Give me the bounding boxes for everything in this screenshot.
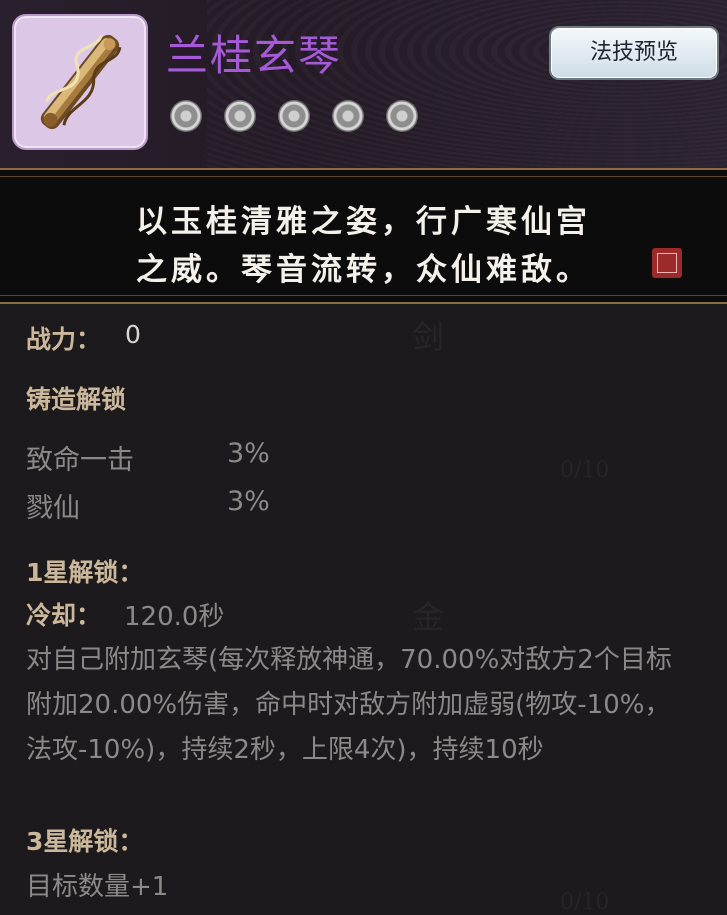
star3-unlock-title: 3星解锁： [26, 827, 144, 856]
poem-line-1: 以玉桂清雅之姿，行广寒仙宫 [136, 204, 591, 240]
star-icon [332, 100, 364, 132]
stat-name: 戮仙 [26, 493, 80, 524]
cooldown-value: 120.0秒 [124, 602, 225, 632]
background-ghost-text: 0/10 [560, 890, 610, 915]
star-icon [278, 100, 310, 132]
background-ghost-text: 金 [412, 598, 445, 636]
star-rating [170, 100, 418, 132]
star1-description: 对自己附加玄琴(每次释放神通，70.00%对敌方2个目标附加20.00%伤害，命… [26, 645, 672, 765]
power-value: 0 [125, 320, 141, 349]
star1-unlock-title: 1星解锁： [26, 558, 144, 587]
background-ghost-text: 0/10 [560, 458, 610, 483]
stat-value: 3% [227, 438, 270, 469]
skill-preview-button[interactable]: 法技预览 [551, 28, 717, 78]
star-icon [386, 100, 418, 132]
star3-description: 目标数量+1 [26, 872, 169, 902]
forge-unlock-title: 铸造解锁 [26, 385, 127, 414]
star-icon [224, 100, 256, 132]
seal-stamp-icon [652, 248, 682, 278]
background-ghost-text: 剑 [412, 318, 445, 356]
item-icon-frame [12, 14, 148, 150]
power-label: 战力： [26, 325, 102, 354]
star-icon [170, 100, 202, 132]
item-name: 兰桂玄琴 [166, 31, 343, 80]
stat-name: 致命一击 [26, 445, 134, 476]
guqin-icon [40, 34, 122, 130]
cooldown-label: 冷却： [26, 601, 102, 630]
stat-value: 3% [227, 486, 270, 517]
poem-line-2: 之威。琴音流转，众仙难敌。 [136, 252, 591, 288]
